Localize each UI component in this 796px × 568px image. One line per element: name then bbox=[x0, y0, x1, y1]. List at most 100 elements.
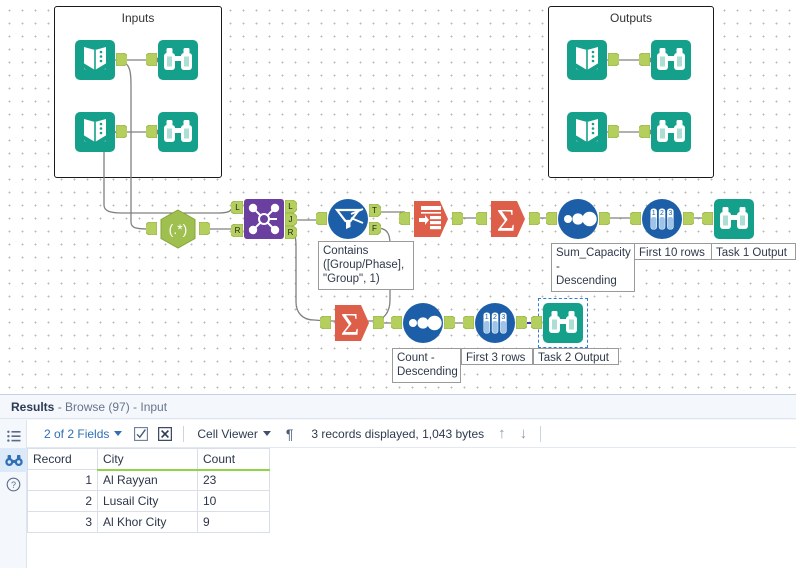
anchor-output[interactable] bbox=[452, 212, 463, 225]
cell-record: 1 bbox=[27, 469, 98, 491]
tool-sample-1[interactable]: 123 bbox=[630, 198, 694, 240]
browse-icon bbox=[651, 112, 691, 152]
scroll-up-button[interactable]: ↑ bbox=[491, 422, 513, 446]
anchor-input[interactable] bbox=[316, 212, 327, 225]
tool-select[interactable] bbox=[399, 198, 463, 240]
inputs-container-title: Inputs bbox=[121, 11, 155, 25]
anchor-output[interactable] bbox=[529, 212, 540, 225]
tool-summarize-2[interactable]: Σ bbox=[320, 302, 384, 344]
tool-join[interactable]: L R L J R bbox=[231, 198, 297, 240]
tool-summarize-1[interactable]: Σ bbox=[476, 198, 540, 240]
anchor-input[interactable] bbox=[630, 212, 641, 225]
sort2-annotation[interactable]: Count - Descending bbox=[392, 348, 461, 383]
anchor-input[interactable] bbox=[531, 316, 542, 329]
anchor-input[interactable] bbox=[320, 316, 331, 329]
results-grid[interactable]: Record City Count 1 Al Rayyan 23 2 Lusai… bbox=[27, 448, 796, 568]
anchor-output[interactable] bbox=[199, 222, 210, 235]
tool-input-data-4[interactable] bbox=[566, 111, 619, 153]
anchor-filter-true[interactable]: T bbox=[369, 204, 381, 217]
tool-browse-input-1[interactable] bbox=[146, 39, 199, 81]
column-header-count[interactable]: Count bbox=[197, 448, 270, 471]
tool-browse-task1[interactable] bbox=[702, 198, 755, 240]
anchor-input[interactable] bbox=[546, 212, 557, 225]
records-status-text: 3 records displayed, 1,043 bytes bbox=[311, 426, 485, 441]
table-row[interactable]: 2 Lusail City 10 bbox=[27, 490, 270, 512]
cell-viewer-selector[interactable]: Cell Viewer bbox=[190, 422, 277, 446]
tool-browse-task2[interactable] bbox=[531, 298, 588, 348]
tool-input-data-2[interactable] bbox=[74, 111, 127, 153]
column-header-city[interactable]: City bbox=[97, 448, 198, 471]
sort1-annotation[interactable]: Sum_Capacity - Descending bbox=[551, 243, 635, 292]
rail-list-icon[interactable] bbox=[0, 424, 27, 448]
table-row[interactable]: 3 Al Khor City 9 bbox=[27, 511, 270, 533]
deselect-all-fields-button[interactable] bbox=[153, 422, 177, 446]
anchor-output[interactable] bbox=[516, 316, 527, 329]
tool-browse-output-2[interactable] bbox=[639, 111, 692, 153]
anchor-join-input-right[interactable]: R bbox=[231, 224, 243, 237]
fields-selector[interactable]: 2 of 2 Fields bbox=[37, 422, 129, 446]
filter-annotation[interactable]: Contains ([Group/Phase], "Group", 1) bbox=[318, 241, 414, 290]
anchor-filter-false[interactable]: F bbox=[369, 222, 381, 235]
anchor-output[interactable] bbox=[683, 212, 694, 225]
browse-icon bbox=[651, 40, 691, 80]
anchor-join-output-right[interactable]: R bbox=[285, 226, 297, 239]
pilcrow-toggle-button[interactable]: ¶ bbox=[278, 422, 302, 446]
svg-text:?: ? bbox=[11, 480, 16, 490]
column-header-record[interactable]: Record bbox=[27, 448, 98, 470]
anchor-input[interactable] bbox=[146, 53, 157, 66]
anchor-join-output-left[interactable]: L bbox=[285, 200, 297, 213]
anchor-output[interactable] bbox=[116, 53, 127, 66]
results-rail: ? bbox=[0, 420, 27, 568]
chevron-down-icon bbox=[262, 431, 271, 436]
anchor-output[interactable] bbox=[373, 316, 384, 329]
sample2-annotation[interactable]: First 3 rows bbox=[461, 348, 533, 365]
anchor-input[interactable] bbox=[463, 316, 474, 329]
svg-text:3: 3 bbox=[668, 210, 672, 217]
sample-icon: 123 bbox=[642, 199, 682, 239]
scroll-down-button[interactable]: ↓ bbox=[513, 422, 535, 446]
alteryx-designer-window: Inputs Outputs (.*) L R L J R T F Σ 1 2 … bbox=[0, 0, 796, 568]
rail-browse-icon[interactable] bbox=[0, 448, 27, 472]
anchor-join-input-left[interactable]: L bbox=[231, 201, 243, 214]
browse-icon bbox=[158, 40, 198, 80]
tool-sort-2[interactable] bbox=[391, 302, 455, 344]
anchor-input[interactable] bbox=[391, 316, 402, 329]
anchor-output[interactable] bbox=[608, 53, 619, 66]
toolbar-separator-2 bbox=[540, 425, 542, 442]
tool-input-data-1[interactable] bbox=[74, 39, 127, 81]
anchor-input[interactable] bbox=[399, 212, 410, 225]
workflow-canvas[interactable]: Inputs Outputs (.*) L R L J R T F Σ 1 2 … bbox=[0, 0, 796, 394]
anchor-output[interactable] bbox=[116, 125, 127, 138]
cell-city: Al Rayyan bbox=[97, 469, 198, 491]
input-data-icon bbox=[75, 112, 115, 152]
cell-count: 23 bbox=[197, 469, 270, 491]
tool-input-data-3[interactable] bbox=[566, 39, 619, 81]
list-icon bbox=[6, 430, 20, 442]
tool-browse-output-1[interactable] bbox=[639, 39, 692, 81]
anchor-input[interactable] bbox=[639, 125, 650, 138]
tool-sample-2[interactable]: 123 bbox=[463, 302, 527, 344]
tool-sort-1[interactable] bbox=[546, 198, 610, 240]
anchor-label-l: L bbox=[288, 202, 293, 211]
select-all-fields-button[interactable] bbox=[129, 422, 153, 446]
results-label: Results bbox=[11, 400, 55, 414]
results-table: Record City Count 1 Al Rayyan 23 2 Lusai… bbox=[27, 448, 270, 533]
rail-help-icon[interactable]: ? bbox=[0, 472, 27, 496]
anchor-input[interactable] bbox=[702, 212, 713, 225]
anchor-output[interactable] bbox=[608, 125, 619, 138]
tool-browse-input-2[interactable] bbox=[146, 111, 199, 153]
sample1-annotation[interactable]: First 10 rows bbox=[634, 243, 712, 260]
tool-filter[interactable]: T F bbox=[316, 198, 381, 240]
anchor-input[interactable] bbox=[639, 53, 650, 66]
anchor-input[interactable] bbox=[146, 222, 157, 235]
table-row[interactable]: 1 Al Rayyan 23 bbox=[27, 469, 270, 491]
anchor-join-output-join[interactable]: J bbox=[285, 213, 297, 226]
anchor-input[interactable] bbox=[476, 212, 487, 225]
anchor-output[interactable] bbox=[444, 316, 455, 329]
browse-task2-annotation[interactable]: Task 2 Output bbox=[533, 348, 619, 365]
browse-task1-annotation[interactable]: Task 1 Output bbox=[711, 243, 796, 260]
tool-regex[interactable]: (.*) bbox=[146, 208, 210, 250]
anchor-output[interactable] bbox=[599, 212, 610, 225]
anchor-input[interactable] bbox=[146, 125, 157, 138]
svg-text:1: 1 bbox=[652, 210, 656, 217]
